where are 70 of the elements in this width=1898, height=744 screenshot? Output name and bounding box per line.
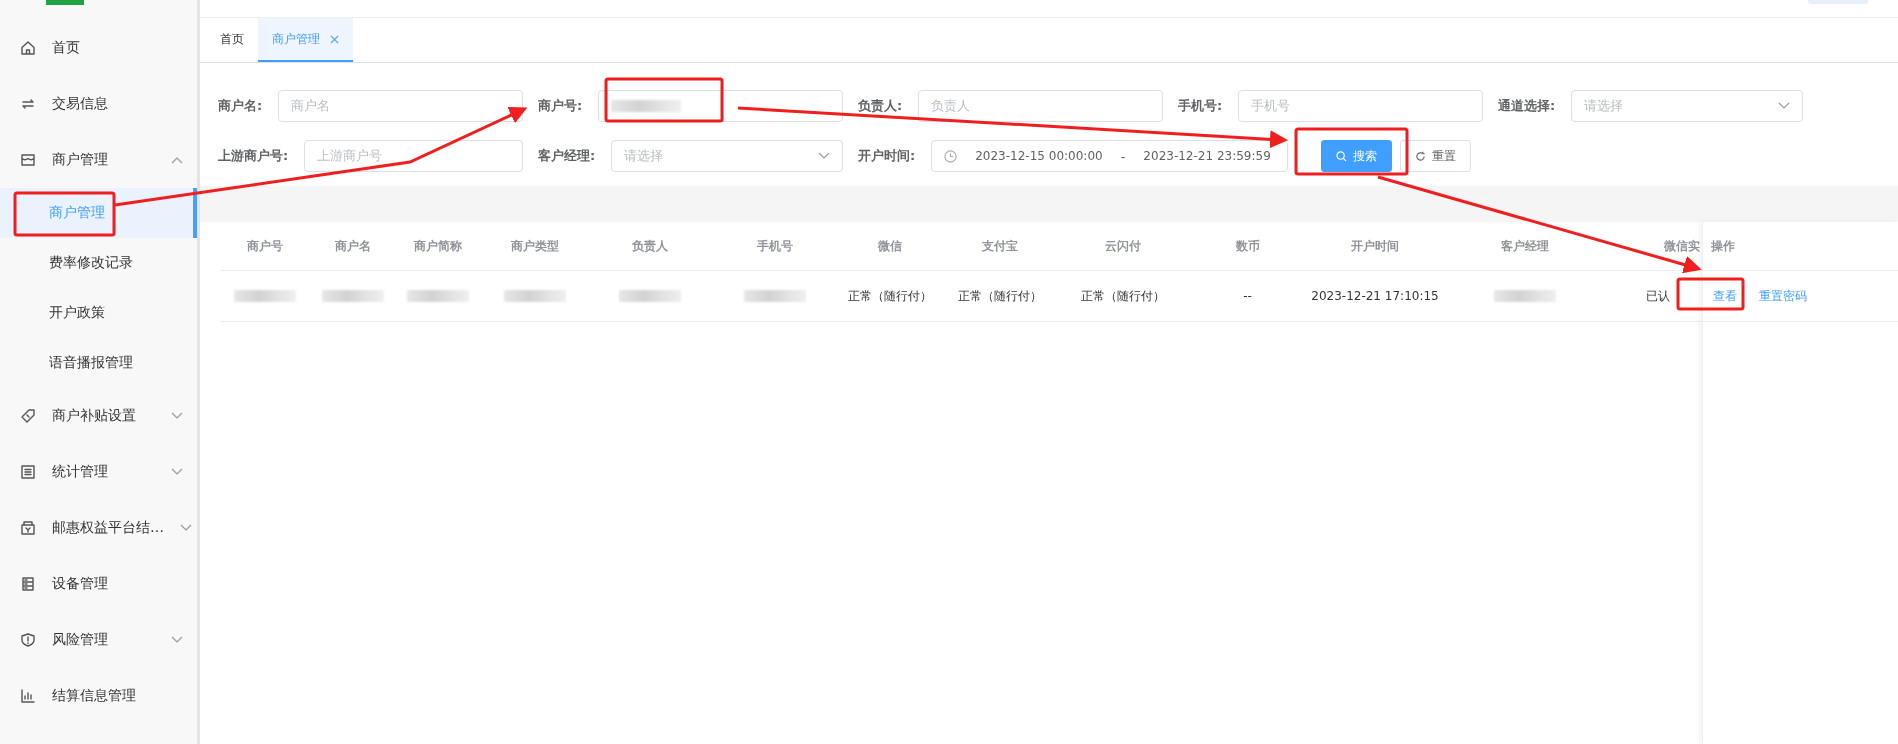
store-icon [20, 152, 36, 168]
sidebar-subitem[interactable]: 费率修改记录 [0, 238, 197, 288]
blurred-value [619, 290, 681, 302]
date-range-field[interactable]: 2023-12-15 00:00:00 - 2023-12-21 23:59:59 [931, 140, 1288, 172]
annotation-box [1676, 277, 1745, 311]
field-label: 手机号: [1178, 97, 1224, 115]
table-cell: 正常（随行付） [848, 287, 932, 305]
sidebar-subitem[interactable]: 语音播报管理 [0, 338, 197, 388]
table-cell: 已认 [1646, 287, 1670, 305]
column-header: 云闪付 [1103, 237, 1142, 255]
date-start: 2023-12-15 00:00:00 [975, 149, 1103, 163]
date-separator: - [1120, 148, 1126, 164]
sidebar-subitem[interactable]: 开户政策 [0, 288, 197, 338]
date-end: 2023-12-21 23:59:59 [1143, 149, 1271, 163]
column-header: 商户号 [246, 237, 284, 255]
reset-button[interactable]: 重置 [1400, 140, 1471, 172]
field-label: 负责人: [858, 97, 904, 115]
field-label: 客户经理: [538, 147, 597, 165]
column-header: 手机号 [756, 237, 794, 255]
blurred-value [321, 290, 384, 302]
sidebar-item[interactable]: 交易信息 [0, 76, 197, 132]
sidebar-item[interactable]: 商户管理 [0, 132, 197, 188]
input-field[interactable] [598, 90, 843, 122]
blurred-value [234, 290, 296, 302]
tab[interactable]: 首页 [206, 18, 258, 62]
search-icon [1336, 150, 1347, 162]
blurred-value [1494, 290, 1556, 302]
blurred-value [504, 290, 566, 302]
refresh-icon [1415, 150, 1426, 162]
sidebar-item[interactable]: 商户补贴设置 [0, 388, 197, 444]
sidebar-item[interactable]: 邮惠权益平台结… [0, 500, 197, 556]
field-label: 开户时间: [858, 147, 917, 165]
column-header: 微信 [877, 237, 903, 255]
chevron-icon [818, 152, 830, 160]
sidebar-item[interactable]: 结算信息管理 [0, 668, 197, 724]
field-label: 通道选择: [1498, 97, 1557, 115]
column-header: 开户时间 [1350, 237, 1400, 255]
column-header: 数币 [1234, 237, 1261, 255]
list-icon [20, 464, 36, 480]
table-cell: -- [1243, 289, 1252, 303]
table-cell: 2023-12-21 17:10:15 [1311, 289, 1439, 303]
gift-box-icon [20, 520, 36, 536]
column-header: 操作 [1703, 222, 1898, 271]
server-icon [20, 576, 36, 592]
field-label: 商户名: [218, 97, 264, 115]
blurred-value [406, 290, 469, 302]
logo-fragment [46, 0, 84, 5]
column-header: 商户类型 [510, 237, 560, 255]
sidebar-item[interactable]: 设备管理 [0, 556, 197, 612]
tag-icon [20, 408, 36, 424]
sidebar-item[interactable]: 统计管理 [0, 444, 197, 500]
column-header: 商户名 [333, 237, 372, 255]
field-label: 上游商户号: [218, 147, 290, 165]
bar-chart-icon [20, 688, 36, 704]
table-cell: 正常（随行付） [958, 287, 1042, 305]
column-header: 微信实 [1663, 237, 1700, 255]
column-header: 客户经理 [1500, 237, 1550, 255]
blurred-value [744, 290, 806, 302]
chevron-icon [1778, 102, 1790, 110]
column-header: 商户简称 [412, 237, 463, 255]
column-header: 负责人 [631, 237, 669, 255]
column-header: 支付宝 [981, 237, 1019, 255]
home-icon [20, 40, 36, 56]
sidebar-item[interactable]: 首页 [0, 20, 197, 76]
close-icon[interactable] [330, 34, 339, 44]
field-label: 商户号: [538, 97, 584, 115]
shield-icon [20, 632, 36, 648]
sidebar-item[interactable]: 风险管理 [0, 612, 197, 668]
clock-icon [944, 149, 958, 163]
table-cell: 正常（随行付） [1080, 287, 1165, 305]
